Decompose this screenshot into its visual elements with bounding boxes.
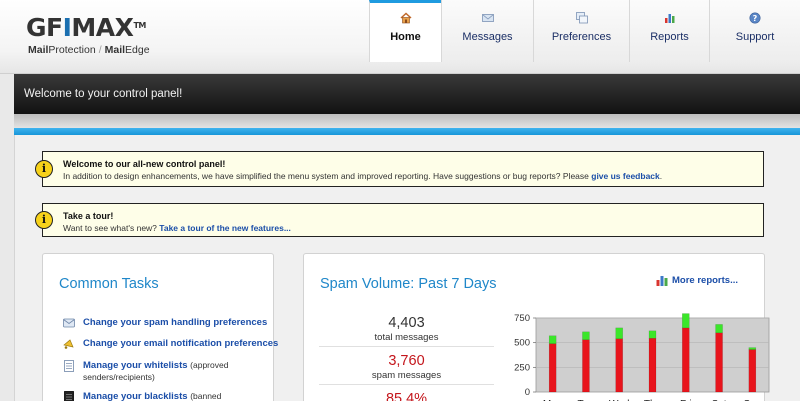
- bar-segment: [748, 349, 757, 393]
- stat-spam-percent: 85.4%: [319, 390, 494, 401]
- common-tasks-title: Common Tasks: [59, 276, 159, 292]
- bar-segment: [582, 339, 590, 393]
- task-note: (approved: [190, 360, 229, 370]
- bar-segment: [548, 343, 557, 393]
- bar-segment: [682, 313, 690, 329]
- task-note-line2: senders/recipients): [83, 372, 155, 382]
- y-tick-label: 250: [514, 362, 530, 373]
- welcome-notice: i Welcome to our all-new control panel! …: [35, 151, 764, 187]
- info-icon: i: [35, 160, 53, 178]
- bar-chart-icon: [656, 276, 668, 286]
- envelope-icon: [481, 14, 494, 22]
- bar-segment: [682, 327, 690, 393]
- spam-volume-title: Spam Volume: Past 7 Days: [320, 276, 497, 292]
- bar-segment: [715, 332, 723, 393]
- more-reports-label[interactable]: More reports...: [672, 275, 738, 286]
- nav-reports[interactable]: Reports: [629, 0, 709, 62]
- bar-segment: [748, 347, 757, 350]
- nav-messages-label: Messages: [462, 31, 513, 43]
- blacklist-icon: [64, 391, 74, 401]
- task-label[interactable]: Change your email notification preferenc…: [83, 338, 278, 349]
- nav-home[interactable]: Home: [369, 0, 441, 62]
- welcome-notice-title: Welcome to our all-new control panel!: [63, 159, 226, 169]
- task-label[interactable]: Manage your blacklists (banned: [83, 391, 221, 401]
- stat-divider: [319, 384, 494, 385]
- nav-support[interactable]: ? Support: [709, 0, 800, 62]
- bar-segment: [582, 331, 590, 340]
- tour-notice: i Take a tour! Want to see what's new? T…: [35, 203, 764, 237]
- svg-text:?: ?: [753, 14, 758, 23]
- feedback-link[interactable]: give us feedback: [591, 171, 660, 181]
- home-icon: [399, 12, 412, 24]
- stat-label: total messages: [374, 332, 439, 343]
- banner-shadow: [14, 114, 800, 128]
- stat-label: spam messages: [371, 370, 442, 381]
- y-tick-label: 500: [514, 338, 530, 349]
- nav-reports-label: Reports: [650, 31, 689, 43]
- help-icon: ?: [749, 12, 761, 24]
- y-tick-label: 0: [525, 387, 530, 398]
- banner-text: Welcome to your control panel!: [24, 88, 183, 100]
- main-nav: Home Messages Preferences Reports ? Supp…: [369, 0, 800, 62]
- bar-segment: [615, 338, 623, 393]
- logo-wordmark: GFIMAXTM: [26, 13, 146, 42]
- windows-icon: [575, 12, 588, 24]
- welcome-banner: Welcome to your control panel!: [14, 74, 800, 114]
- stat-value: 4,403: [388, 315, 425, 331]
- bar-segment: [548, 335, 557, 344]
- accent-strip: [14, 128, 800, 135]
- notification-icon: [63, 339, 74, 349]
- info-icon: i: [35, 211, 53, 229]
- bar-segment: [715, 324, 723, 333]
- y-tick-label: 750: [514, 313, 530, 324]
- nav-home-label: Home: [390, 31, 421, 43]
- stat-value: 85.4%: [385, 391, 428, 401]
- stat-value: 3,760: [388, 353, 425, 369]
- stat-total-messages: 4,403 total messages: [319, 314, 494, 344]
- logo-tagline: MailProtection / MailEdge: [28, 44, 150, 56]
- spam-volume-chart: 0250500750MonTueWedThuFriSatSun: [514, 313, 770, 401]
- nav-messages[interactable]: Messages: [441, 0, 533, 62]
- welcome-notice-body: In addition to design enhancements, we h…: [63, 171, 663, 181]
- nav-support-label: Support: [735, 31, 775, 43]
- stat-divider: [319, 346, 494, 347]
- bar-segment: [648, 330, 657, 339]
- tour-link[interactable]: Take a tour of the new features...: [159, 223, 291, 233]
- bar-chart-icon: [664, 14, 674, 23]
- task-label[interactable]: Change your spam handling preferences: [83, 317, 267, 328]
- bar-segment: [648, 338, 657, 393]
- bar-segment: [615, 327, 623, 339]
- stat-spam-messages: 3,760 spam messages: [319, 352, 494, 382]
- tour-notice-body: Want to see what's new? Take a tour of t…: [63, 223, 291, 233]
- header: GFIMAXTM MailProtection / MailEdge Home Me…: [0, 0, 800, 74]
- spam-volume-panel: Spam Volume: Past 7 Days More reports...…: [303, 253, 770, 401]
- nav-preferences-label: Preferences: [551, 31, 612, 43]
- nav-preferences[interactable]: Preferences: [533, 0, 629, 62]
- whitelist-icon: [64, 360, 74, 372]
- tour-notice-title: Take a tour!: [63, 211, 114, 221]
- task-label[interactable]: Manage your whitelists (approved: [83, 360, 228, 371]
- task-note: (banned: [190, 391, 222, 401]
- gfi-max-logo[interactable]: GFIMAXTM MailProtection / MailEdge: [26, 14, 156, 64]
- common-tasks-panel: Common Tasks Change your spam handling p…: [42, 253, 278, 401]
- spam-preferences-icon: [63, 318, 75, 328]
